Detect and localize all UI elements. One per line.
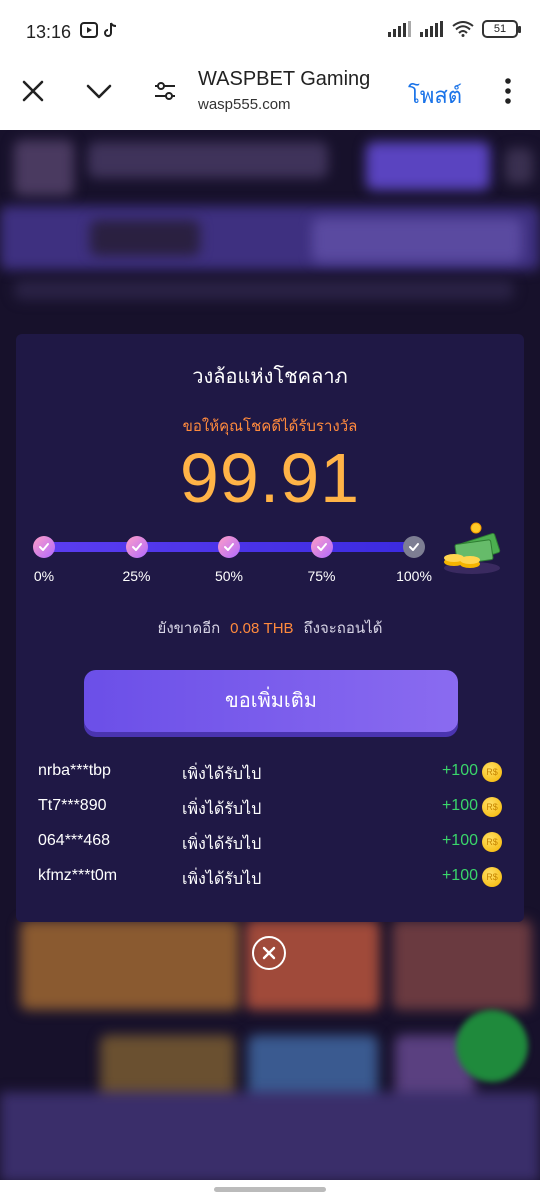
milestone-0 xyxy=(33,536,55,558)
status-time: 13:16 xyxy=(26,22,72,42)
site-settings-icon[interactable] xyxy=(152,78,178,104)
bg-bottom-nav xyxy=(0,1092,540,1180)
battery-icon: 51 xyxy=(482,20,521,38)
close-icon xyxy=(262,946,276,960)
request-more-button[interactable]: ขอเพิ่มเติม xyxy=(84,670,458,732)
winner-name: 064***468 xyxy=(38,832,111,849)
check-icon xyxy=(131,543,142,551)
remaining-suffix: ถึงจะถอนได้ xyxy=(303,619,383,637)
winner-name: kfmz***t0m xyxy=(38,867,118,884)
page-title: WASPBET Gaming xyxy=(198,68,371,90)
check-icon xyxy=(39,543,49,551)
more-options-icon[interactable] xyxy=(500,76,516,106)
signal-icon-2 xyxy=(420,21,443,37)
home-indicator[interactable] xyxy=(214,1187,326,1192)
bg-header-logo xyxy=(14,140,74,196)
list-item: kfmz***t0m เพิ่งได้รับไป +100 R$ xyxy=(16,861,524,896)
list-item: nrba***tbp เพิ่งได้รับไป +100 R$ xyxy=(16,756,524,791)
coin-icon: R$ xyxy=(482,867,502,887)
remaining-amount-text: ยังขาดอีก 0.08 THB ถึงจะถอนได้ xyxy=(16,616,524,640)
bg-banner-logo xyxy=(90,220,200,256)
milestone-3 xyxy=(310,536,333,558)
check-icon xyxy=(409,543,419,551)
milestone-1 xyxy=(125,536,148,558)
check-icon xyxy=(316,543,327,551)
modal-close-button[interactable] xyxy=(252,936,286,970)
coin-icon: R$ xyxy=(482,797,502,817)
bg-marquee xyxy=(14,280,514,300)
chat-fab-button[interactable] xyxy=(456,1010,528,1082)
gesture-bar xyxy=(0,1180,540,1200)
signal-icon xyxy=(388,21,411,37)
modal-title: วงล้อแห่งโชคลาภ xyxy=(192,364,348,388)
money-stack-icon xyxy=(444,522,501,574)
milestone-label: 0% xyxy=(33,568,55,584)
remaining-prefix: ยังขาดอีก xyxy=(157,619,221,637)
list-item: Tt7***890 เพิ่งได้รับไป +100 R$ xyxy=(16,791,524,826)
chevron-down-icon[interactable] xyxy=(86,78,112,104)
coin-icon: R$ xyxy=(482,832,502,852)
winner-name: Tt7***890 xyxy=(38,797,107,814)
battery-level: 51 xyxy=(493,23,507,35)
winner-text: เพิ่งได้รับไป xyxy=(182,764,262,783)
status-notification-icons xyxy=(80,22,118,38)
winner-amount: +100 xyxy=(441,832,478,849)
status-bar: 13:16 51 xyxy=(0,0,540,64)
milestone-label: 25% xyxy=(122,568,151,584)
milestone-4 xyxy=(403,536,425,558)
milestone-label: 75% xyxy=(307,568,336,584)
winner-text: เพิ่งได้รับไป xyxy=(182,799,262,818)
status-system-icons: 51 xyxy=(388,20,521,38)
milestone-2 xyxy=(218,536,240,558)
milestone-label: 100% xyxy=(396,568,432,584)
bg-game-tile-3 xyxy=(392,920,532,1010)
bg-header-text xyxy=(88,142,328,178)
browser-toolbar: WASPBET Gaming wasp555.com โพสต์ xyxy=(0,64,540,130)
list-item: 064***468 เพิ่งได้รับไป +100 R$ xyxy=(16,826,524,861)
recent-winners-list: nrba***tbp เพิ่งได้รับไป +100 R$ Tt7***8… xyxy=(16,756,524,896)
lucky-wheel-modal: วงล้อแห่งโชคลาภ ขอให้คุณโชคดีได้รับรางวั… xyxy=(16,334,524,922)
reward-amount: 99.91 xyxy=(179,439,361,517)
winner-amount: +100 xyxy=(441,762,478,779)
winner-text: เพิ่งได้รับไป xyxy=(182,869,262,888)
screen-record-icon xyxy=(80,22,98,38)
bg-search xyxy=(312,218,522,262)
winner-name: nrba***tbp xyxy=(38,762,111,779)
modal-subtitle: ขอให้คุณโชคดีได้รับรางวัล xyxy=(182,417,358,435)
bg-header-button xyxy=(366,142,490,190)
bg-game-tile-1 xyxy=(20,920,240,1010)
winner-text: เพิ่งได้รับไป xyxy=(182,834,262,853)
coin-icon: R$ xyxy=(482,762,502,782)
close-tab-icon[interactable] xyxy=(20,78,46,104)
wifi-icon xyxy=(452,21,474,37)
remaining-amount: 0.08 THB xyxy=(230,620,294,637)
tiktok-icon xyxy=(104,22,117,37)
page-url[interactable]: wasp555.com xyxy=(198,96,291,113)
post-button[interactable]: โพสต์ xyxy=(408,78,462,113)
winner-amount: +100 xyxy=(441,797,478,814)
check-icon xyxy=(224,543,234,551)
winner-amount: +100 xyxy=(441,867,478,884)
bg-header-menu xyxy=(505,148,533,184)
milestone-label: 50% xyxy=(214,568,244,584)
